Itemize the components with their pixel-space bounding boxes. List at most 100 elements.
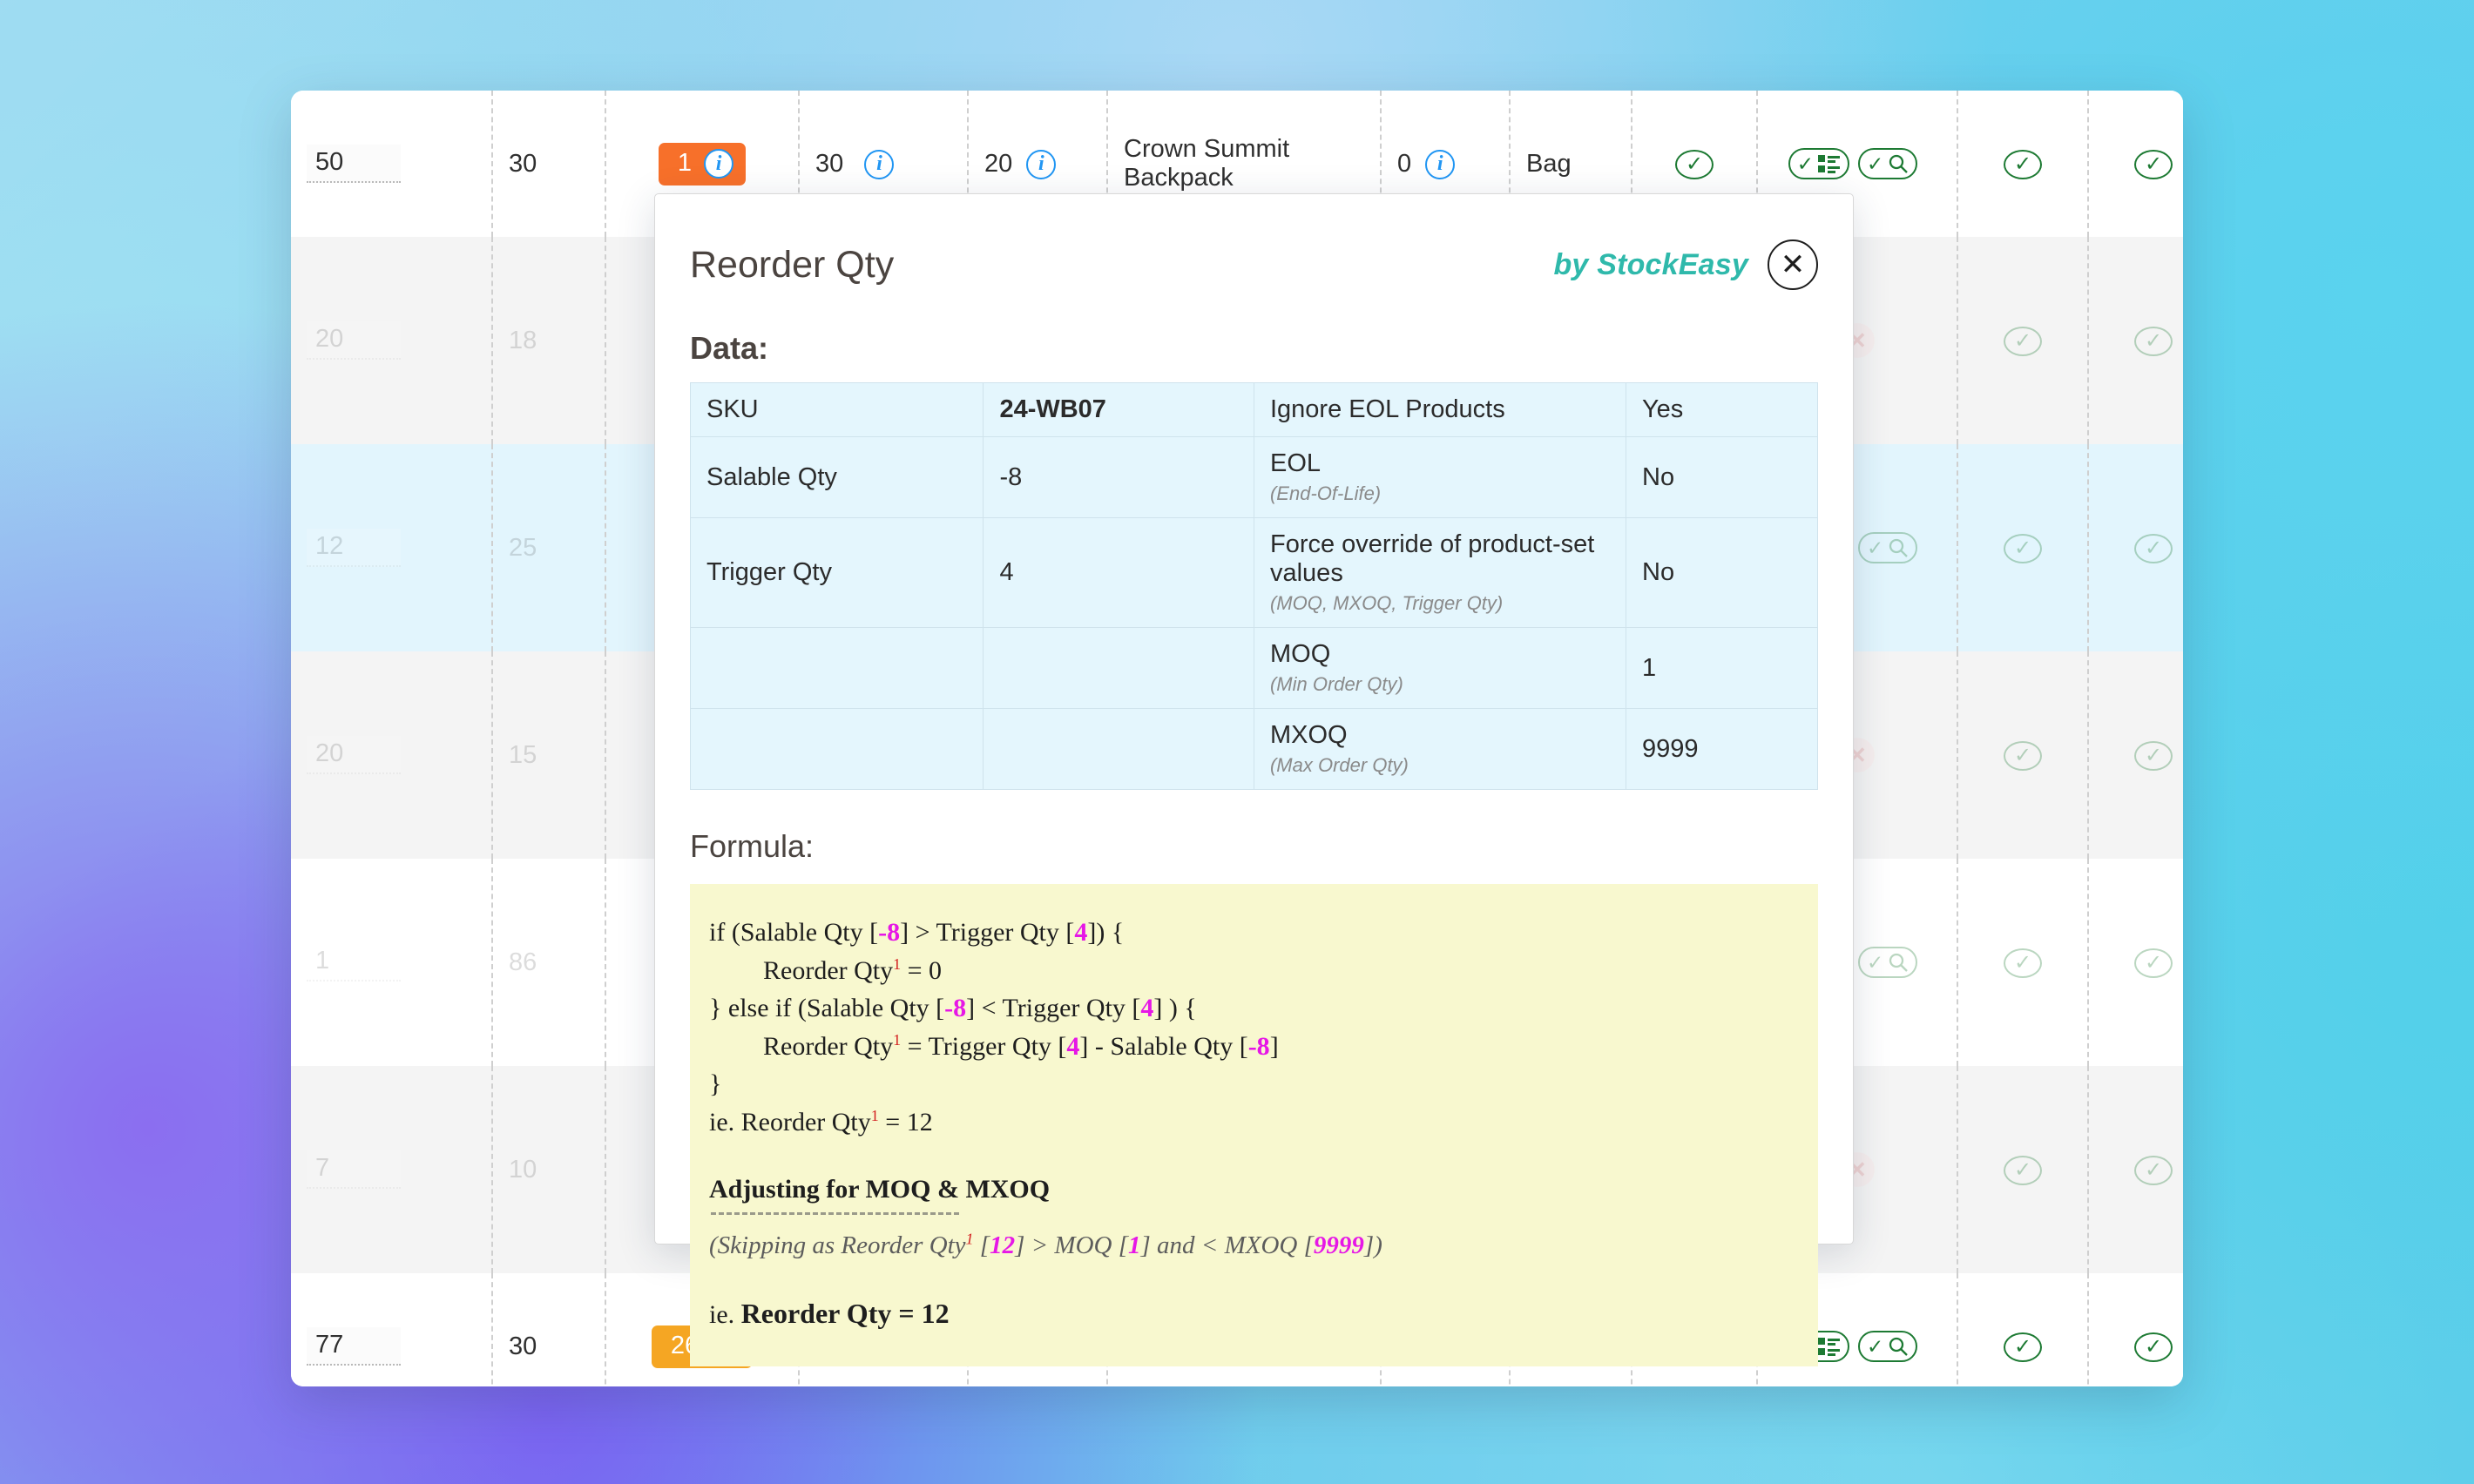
mass-action-list-button[interactable]: ✓: [1788, 148, 1849, 179]
check-icon[interactable]: ✓: [2004, 533, 2042, 563]
qty-input[interactable]: 50: [307, 145, 401, 183]
check-icon[interactable]: ✓: [2134, 1332, 2173, 1362]
qty-input[interactable]: 20: [307, 321, 401, 360]
qty-input[interactable]: 7: [307, 1150, 401, 1189]
avg-info-icon[interactable]: i: [864, 148, 895, 179]
info-icon[interactable]: i: [864, 149, 895, 179]
check-icon[interactable]: ✓: [2134, 149, 2173, 179]
formula-line-1: if (Salable Qty [-8] > Trigger Qty [4]) …: [709, 918, 1125, 947]
mass-action-search-button[interactable]: ✓: [1858, 947, 1918, 978]
status-check-a[interactable]: ✓: [2004, 948, 2042, 978]
data-cell-label-2: MOQ (Min Order Qty): [1253, 627, 1627, 709]
data-cell-sublabel: (Max Order Qty): [1269, 754, 1409, 776]
formula-line-4: Reorder Qty1 = Trigger Qty [4] - Salable…: [763, 1030, 1279, 1061]
formula-line-3: } else if (Salable Qty [-8] < Trigger Qt…: [709, 994, 1197, 1022]
status-check-a[interactable]: ✓: [2004, 326, 2042, 356]
product-name: Crown Summit Backpack: [1124, 134, 1290, 192]
reorder-qty-modal: Reorder Qty by StockEasy ✕ Data: SKU 24-W…: [654, 193, 1854, 1367]
data-cell-label-2: Force override of product-set values (MOQ…: [1253, 517, 1627, 628]
check-icon[interactable]: ✓: [2004, 326, 2042, 356]
data-cell-label-2-text: EOL: [1269, 449, 1321, 477]
data-section-label: Data:: [690, 330, 769, 366]
check-icon[interactable]: ✓: [2134, 533, 2173, 563]
formula-section-label: Formula:: [690, 828, 815, 864]
check-icon: ✓: [1867, 536, 1884, 559]
data-cell-label: [689, 708, 984, 790]
lead-info-icon[interactable]: i: [1026, 148, 1057, 179]
modal-header: Reorder Qty by StockEasy ✕: [690, 194, 1818, 290]
data-cell-value: -8: [983, 436, 1254, 518]
data-table-row: Salable Qty -8 EOL (End-Of-Life) No: [689, 436, 1818, 518]
data-cell-value-2: No: [1626, 436, 1818, 518]
check-icon[interactable]: ✓: [2134, 948, 2173, 978]
list-icon: [1818, 154, 1841, 173]
qty-input[interactable]: 77: [307, 1327, 401, 1366]
data-cell-value-2: No: [1626, 517, 1818, 628]
formula-spacer: [709, 1141, 1792, 1170]
data-cell-label: [689, 627, 984, 709]
data-cell-value-2: 1: [1626, 627, 1818, 709]
status-check-a[interactable]: ✓: [2004, 149, 2042, 179]
modal-title: Reorder Qty: [690, 243, 895, 286]
mass-action-search-button[interactable]: ✓: [1858, 1331, 1918, 1362]
magnifier-icon: [1888, 952, 1909, 973]
status-check-b[interactable]: ✓: [2134, 948, 2173, 978]
mass-action-search-button[interactable]: ✓: [1858, 148, 1918, 179]
data-table-row: MXOQ (Max Order Qty) 9999: [689, 708, 1818, 790]
threshold-value: 18: [509, 326, 537, 354]
status-check-b[interactable]: ✓: [2134, 149, 2173, 179]
reorder-qty-value: 1: [677, 149, 693, 177]
check-icon: ✓: [1867, 950, 1884, 974]
status-check-a[interactable]: ✓: [2004, 740, 2042, 771]
enabled-check[interactable]: ✓: [1675, 149, 1714, 179]
check-icon: ✓: [1867, 1334, 1884, 1358]
formula-line-6: ie. Reorder Qty1 = 12: [709, 1106, 933, 1137]
threshold-value: 86: [509, 948, 537, 976]
data-cell-value-2: Yes: [1626, 382, 1818, 437]
check-icon[interactable]: ✓: [2004, 1332, 2042, 1362]
check-icon[interactable]: ✓: [2134, 740, 2173, 771]
info-icon[interactable]: i: [1425, 149, 1456, 179]
data-cell-value-2: 9999: [1626, 708, 1818, 790]
magnifier-icon: [1888, 1336, 1909, 1357]
check-icon: ✓: [1796, 152, 1814, 175]
final-result: ie. Reorder Qty = 12: [709, 1297, 950, 1329]
qty-input[interactable]: 12: [307, 529, 401, 567]
close-icon[interactable]: ✕: [1768, 239, 1818, 290]
status-check-b[interactable]: ✓: [2134, 1332, 2173, 1362]
check-icon[interactable]: ✓: [2004, 1155, 2042, 1185]
threshold-value: 30: [509, 149, 537, 178]
adjust-heading: Adjusting for MOQ & MXOQ: [709, 1175, 1051, 1204]
lead-days-value: 20: [984, 149, 1013, 178]
check-icon[interactable]: ✓: [2134, 1155, 2173, 1185]
status-check-b[interactable]: ✓: [2134, 1155, 2173, 1185]
check-icon[interactable]: ✓: [2004, 948, 2042, 978]
info-icon[interactable]: i: [704, 148, 734, 179]
formula-line-2: Reorder Qty1 = 0: [763, 954, 943, 985]
data-cell-label-2: Ignore EOL Products: [1253, 382, 1627, 437]
status-check-a[interactable]: ✓: [2004, 1332, 2042, 1362]
qty-input[interactable]: 1: [307, 943, 401, 981]
data-cell-value: 4: [983, 517, 1254, 628]
status-check-b[interactable]: ✓: [2134, 533, 2173, 563]
row-action-buttons[interactable]: ✓✓: [1788, 148, 1927, 179]
reorder-qty-badge[interactable]: 1i: [658, 142, 747, 186]
info-icon[interactable]: i: [1026, 149, 1057, 179]
data-cell-value: 24-WB07: [983, 382, 1254, 437]
qty-input[interactable]: 20: [307, 736, 401, 774]
skip-note: (Skipping as Reorder Qty1 [12] > MOQ [1]…: [709, 1229, 1382, 1259]
data-cell-label-2-text: MOQ: [1269, 640, 1331, 668]
threshold-value: 25: [509, 533, 537, 562]
mass-action-search-button[interactable]: ✓: [1858, 532, 1918, 563]
threshold-value: 10: [509, 1155, 537, 1184]
status-check-b[interactable]: ✓: [2134, 740, 2173, 771]
status-check-a[interactable]: ✓: [2004, 1155, 2042, 1185]
data-table: SKU 24-WB07 Ignore EOL Products Yes Salable …: [689, 382, 1818, 790]
status-check-a[interactable]: ✓: [2004, 533, 2042, 563]
check-icon[interactable]: ✓: [1675, 149, 1714, 179]
check-icon[interactable]: ✓: [2134, 326, 2173, 356]
extra-info-icon[interactable]: i: [1425, 148, 1456, 179]
status-check-b[interactable]: ✓: [2134, 326, 2173, 356]
check-icon[interactable]: ✓: [2004, 740, 2042, 771]
check-icon[interactable]: ✓: [2004, 149, 2042, 179]
